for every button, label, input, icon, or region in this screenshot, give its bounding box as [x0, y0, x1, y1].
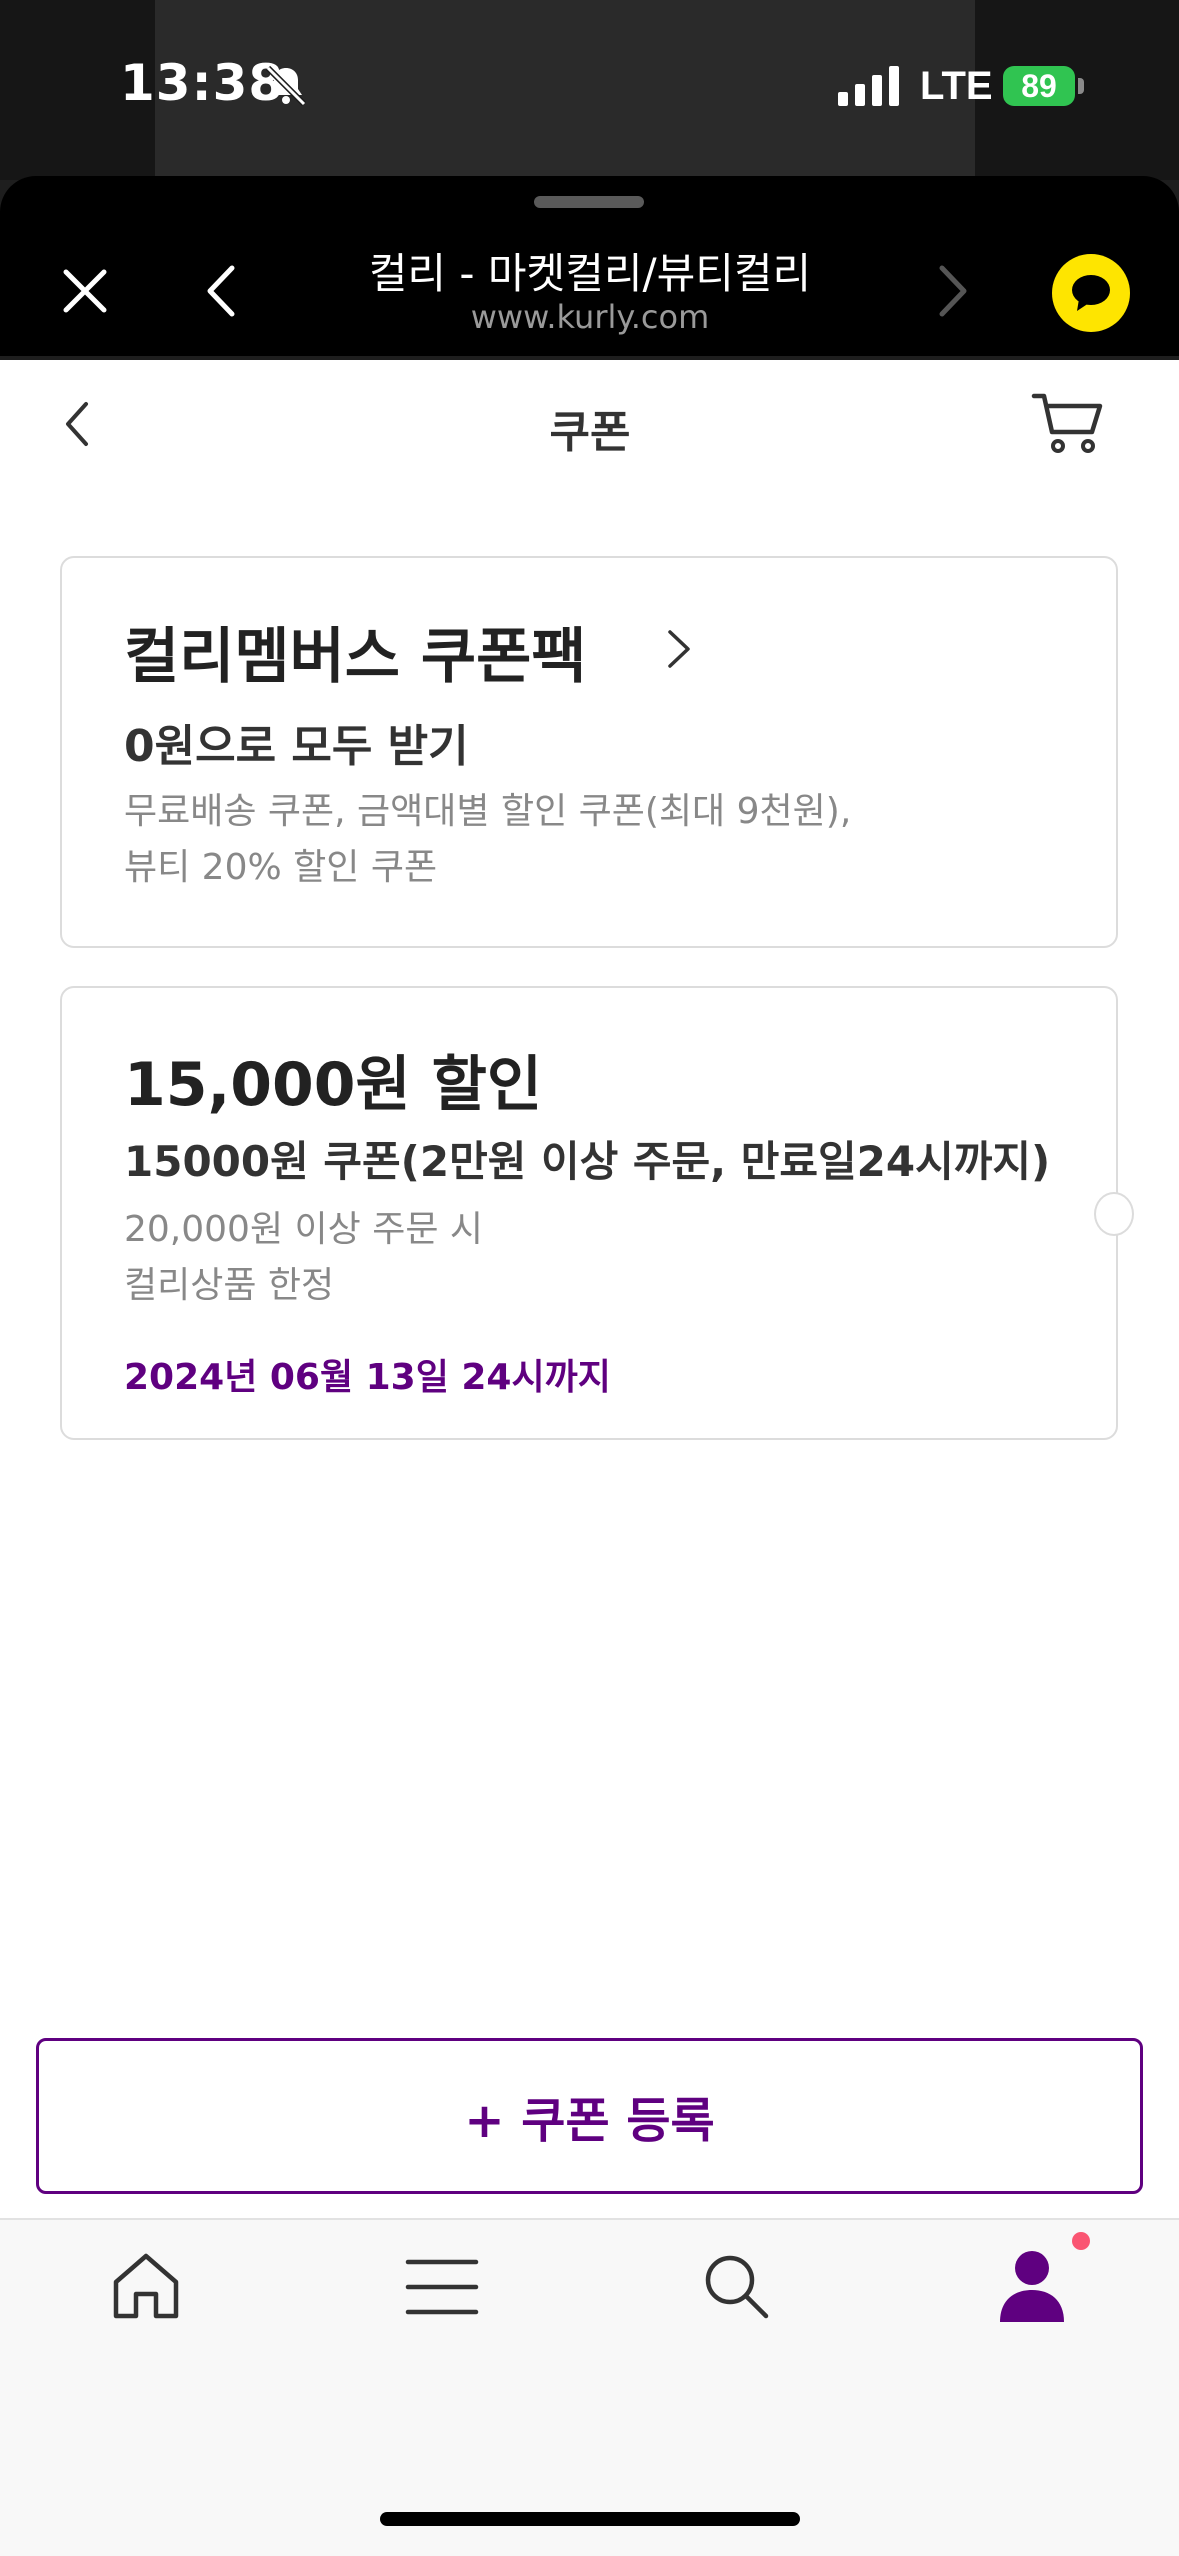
battery-icon: 89: [1003, 66, 1075, 106]
coupon-discount-amount: 15,000원 할인: [124, 1050, 543, 1120]
search-icon[interactable]: [700, 2250, 772, 2322]
category-menu-icon[interactable]: [404, 2256, 480, 2318]
bell-slash-icon: [265, 65, 307, 107]
status-time: 13:38: [120, 54, 285, 112]
signal-icon: [838, 66, 899, 106]
battery-cap: [1078, 78, 1084, 94]
home-icon[interactable]: [108, 2248, 184, 2324]
register-coupon-button[interactable]: + 쿠폰 등록: [36, 2038, 1143, 2194]
coupon-conditions: 20,000원 이상 주문 시 컬리상품 한정: [124, 1202, 1024, 1314]
notification-dot: [1072, 2232, 1090, 2250]
network-type: LTE: [920, 64, 993, 108]
close-icon[interactable]: [58, 264, 112, 318]
pack-title: 컬리멤버스 쿠폰팩: [124, 622, 587, 692]
coupon-notch: [1094, 1192, 1134, 1236]
pack-description: 무료배송 쿠폰, 금액대별 할인 쿠폰(최대 9천원), 뷰티 20% 할인 쿠…: [124, 784, 1024, 896]
back-icon[interactable]: [200, 262, 244, 320]
forward-icon[interactable]: [930, 262, 974, 320]
chevron-right-icon: [668, 630, 690, 668]
kakao-chat-button[interactable]: [1052, 254, 1130, 332]
coupon-expiry: 2024년 06월 13일 24시까지: [124, 1357, 611, 1398]
pack-desc-line: 뷰티 20% 할인 쿠폰: [124, 847, 438, 888]
page-title: 쿠폰: [549, 407, 631, 458]
coupon-card: 15,000원 할인 15000원 쿠폰(2만원 이상 주문, 만료일24시까지…: [60, 986, 1134, 1440]
sheet-grabber[interactable]: [534, 196, 644, 208]
back-icon[interactable]: [58, 396, 98, 452]
coupon-name: 15000원 쿠폰(2만원 이상 주문, 만료일24시까지): [124, 1137, 1051, 1186]
browser-url: www.kurly.com: [470, 298, 710, 336]
coupon-condition: 컬리상품 한정: [124, 1265, 335, 1306]
cart-icon[interactable]: [1030, 388, 1106, 458]
pack-subtitle: 0원으로 모두 받기: [124, 721, 469, 772]
coupon-condition: 20,000원 이상 주문 시: [124, 1209, 484, 1250]
kakao-chat-icon: [1072, 275, 1110, 311]
my-kurly-icon[interactable]: [994, 2248, 1070, 2326]
member-coupon-pack-card[interactable]: 컬리멤버스 쿠폰팩 0원으로 모두 받기 무료배송 쿠폰, 금액대별 할인 쿠폰…: [60, 556, 1118, 948]
browser-title: 컬리 - 마켓컬리/뷰티컬리: [368, 249, 812, 298]
home-indicator[interactable]: [380, 2512, 800, 2526]
pack-desc-line: 무료배송 쿠폰, 금액대별 할인 쿠폰(최대 9천원),: [124, 791, 852, 832]
battery-level: 89: [1021, 68, 1057, 104]
